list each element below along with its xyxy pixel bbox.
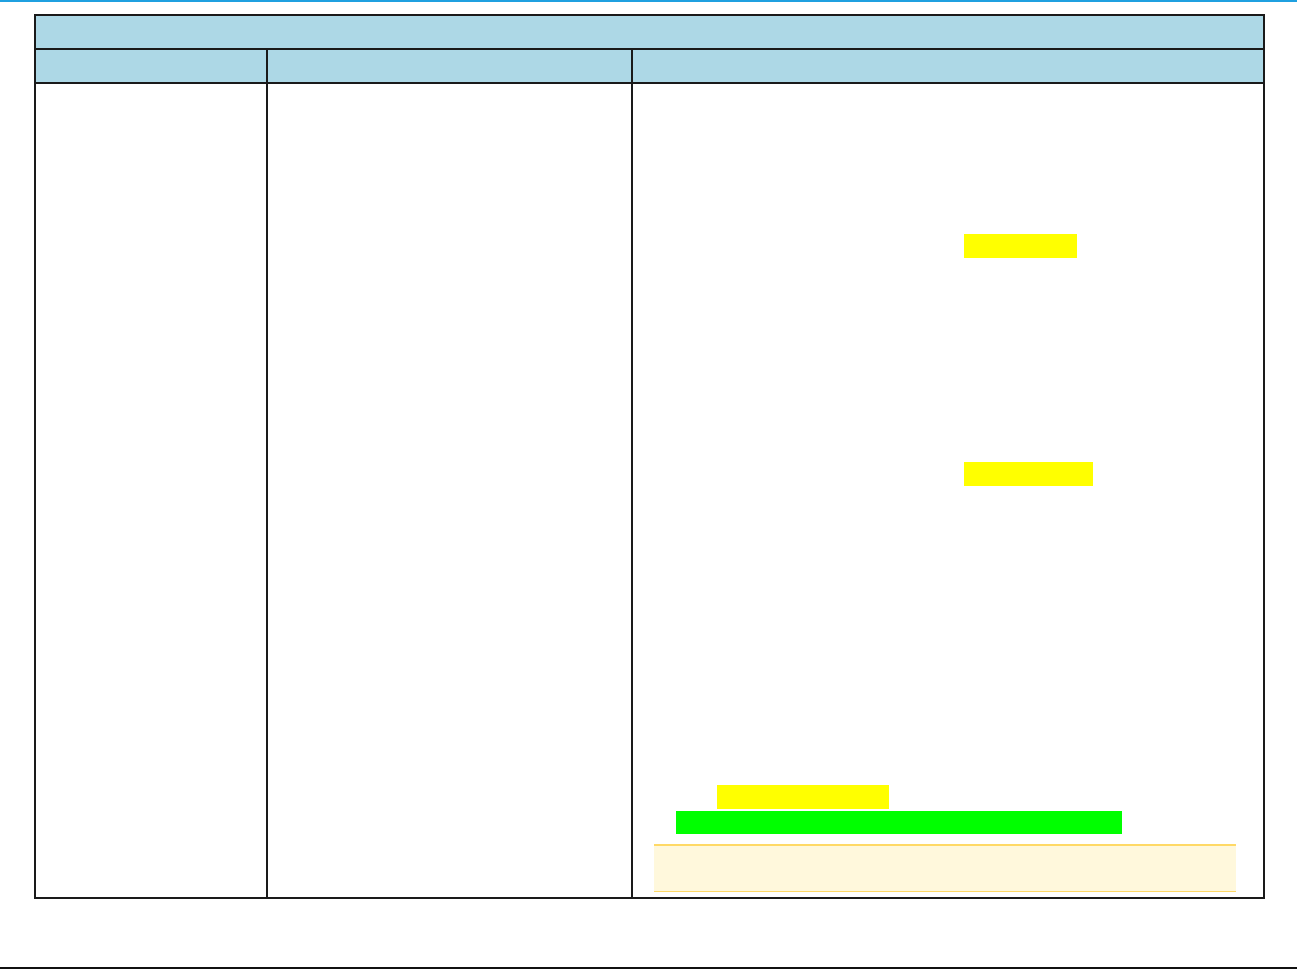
body-cell-3 (630, 82, 1266, 899)
table-body-row (34, 82, 1266, 899)
highlighted-text-3 (717, 785, 889, 809)
document-page (0, 0, 1297, 970)
highlighted-text-2 (964, 462, 1093, 486)
table-title-cell (33, 14, 1266, 50)
document-table (33, 14, 1266, 899)
header-cell-2 (266, 48, 633, 84)
body-cell-1 (34, 82, 268, 899)
bottom-rule (0, 967, 1297, 969)
note-box (654, 844, 1236, 892)
body-cell-2 (266, 82, 633, 899)
highlighted-text-4 (676, 811, 1122, 834)
top-rule (0, 0, 1297, 2)
table-header-row (34, 48, 1266, 84)
header-cell-1 (34, 48, 268, 84)
highlighted-text-1 (964, 234, 1077, 258)
header-cell-3 (630, 48, 1266, 84)
table-title-row (33, 14, 1266, 50)
